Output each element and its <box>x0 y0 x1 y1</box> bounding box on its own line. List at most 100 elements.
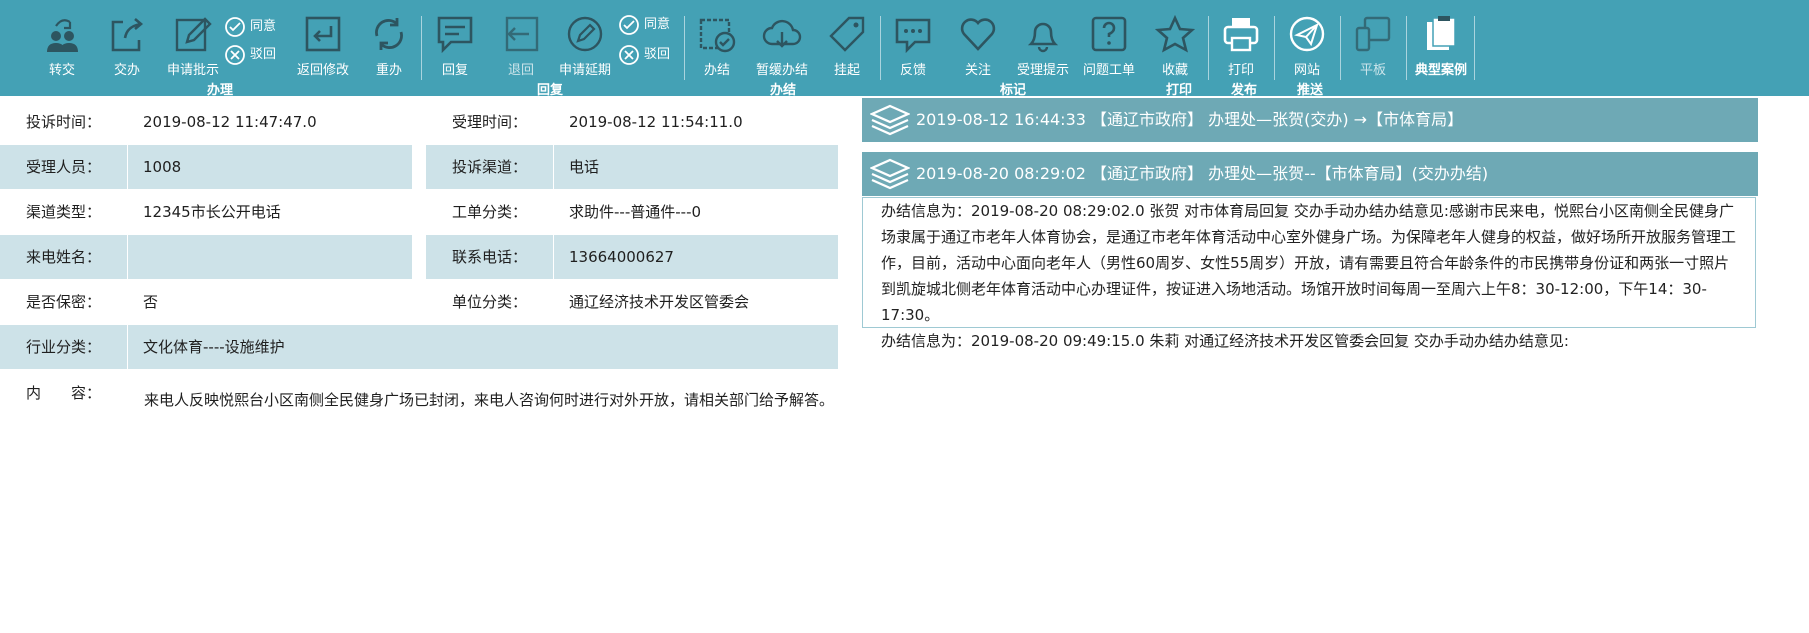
complete-calendar-icon <box>699 18 736 53</box>
group-label-mark: 标记 <box>1000 83 1027 98</box>
question-ticket-icon <box>1091 16 1127 52</box>
postpone-cloud-icon <box>762 19 802 48</box>
content-label: 内 容： <box>26 384 102 402</box>
approve-option-1[interactable]: 同意 <box>224 16 276 38</box>
form-row: 是否保密： 否 单位分类： 通辽经济技术开发区管委会 <box>0 280 838 324</box>
x-circle-icon <box>619 45 639 65</box>
group-label-reply: 回复 <box>537 83 564 98</box>
suspend-button[interactable]: 挂起 <box>814 10 880 80</box>
typical-cases-label: 典型案例 <box>1414 63 1467 78</box>
feedback-button[interactable]: 反馈 <box>880 10 946 80</box>
request-extension-label: 申请延期 <box>558 63 611 78</box>
typical-cases-button[interactable]: 典型案例 <box>1406 10 1476 80</box>
printer-icon <box>1223 18 1259 52</box>
postpone-label: 暂缓办结 <box>755 63 808 78</box>
paper-plane-icon <box>1289 16 1325 52</box>
confidential-value: 否 <box>143 293 159 311</box>
approve-label-2: 同意 <box>644 17 671 32</box>
tablet-label: 平板 <box>1359 63 1386 78</box>
request-extension-button[interactable]: 申请延期 <box>552 10 618 80</box>
toolbar: 转交 交办 申请批示 同意 驳回 返回修改 重办 办理 回复 退回 申请延期 同… <box>0 0 1809 98</box>
layers-icon <box>870 158 910 190</box>
accept-reminder-label: 受理提示 <box>1016 63 1069 78</box>
feedback-chat-icon <box>895 18 931 54</box>
redo-label: 重办 <box>375 63 402 78</box>
detail-paragraph: 办结信息为：2019-08-20 08:29:02.0 张贺 对市体育局回复 交… <box>881 202 1737 324</box>
bell-icon <box>1027 22 1059 53</box>
group-label-print: 打印 <box>1166 83 1193 98</box>
check-circle-icon <box>619 15 639 35</box>
form-row: 行业分类： 文化体育----设施维护 <box>0 325 838 369</box>
return-modify-icon <box>305 16 341 52</box>
reject-label-2: 驳回 <box>644 47 671 62</box>
request-instruction-label: 申请批示 <box>166 63 219 78</box>
form-row: 来电姓名： 联系电话： 13664000627 <box>0 235 838 279</box>
accept-time-value: 2019-08-12 11:54:11.0 <box>569 113 743 131</box>
x-circle-icon <box>225 45 245 65</box>
postpone-button[interactable]: 暂缓办结 <box>749 10 815 80</box>
return-modify-button[interactable]: 返回修改 <box>290 10 356 80</box>
follow-button[interactable]: 关注 <box>945 10 1011 80</box>
complete-button[interactable]: 办结 <box>684 10 750 80</box>
order-type-label: 工单分类： <box>452 203 528 221</box>
group-label-push: 推送 <box>1297 83 1324 98</box>
send-back-button[interactable]: 退回 <box>488 10 554 80</box>
suspend-label: 挂起 <box>833 63 860 78</box>
heart-icon <box>960 18 996 51</box>
extend-edit-icon <box>567 16 603 52</box>
return-modify-label: 返回修改 <box>296 63 349 78</box>
tablet-button[interactable]: 平板 <box>1340 10 1406 80</box>
reject-label-1: 驳回 <box>250 47 277 62</box>
problem-ticket-label: 问题工单 <box>1082 63 1135 78</box>
redo-cycle-icon <box>375 18 403 50</box>
unit-value: 通辽经济技术开发区管委会 <box>569 293 750 311</box>
complaint-time-label: 投诉时间： <box>26 113 102 131</box>
confidential-label: 是否保密： <box>26 293 102 311</box>
group-label-finish: 办结 <box>770 83 797 98</box>
transfer-label: 转交 <box>48 63 75 78</box>
favorite-label: 收藏 <box>1161 63 1188 78</box>
assign-share-icon <box>111 18 144 52</box>
history-entry[interactable]: 2019-08-20 08:29:02 【通辽市政府】 办理处—张贺--【市体育… <box>862 152 1758 196</box>
reply-label: 回复 <box>441 63 468 78</box>
detail-paragraph: 办结信息为：2019-08-20 09:49:15.0 朱莉 对通辽经济技术开发… <box>881 332 1569 350</box>
form-row: 渠道类型： 12345市长公开电话 工单分类： 求助件---普通件---0 <box>0 190 838 234</box>
redo-button[interactable]: 重办 <box>356 10 422 80</box>
history-entry-text: 2019-08-20 08:29:02 【通辽市政府】 办理处—张贺--【市体育… <box>916 164 1489 183</box>
group-label-publish: 发布 <box>1231 83 1258 98</box>
group-label-handle: 办理 <box>207 83 234 98</box>
reply-button[interactable]: 回复 <box>422 10 488 80</box>
form-row: 投诉时间： 2019-08-12 11:47:47.0 受理时间： 2019-0… <box>0 100 838 144</box>
website-button[interactable]: 网站 <box>1274 10 1340 80</box>
request-instruction-button[interactable]: 申请批示 <box>160 10 226 80</box>
history-detail-panel: 办结信息为：2019-08-20 08:29:02.0 张贺 对市体育局回复 交… <box>862 197 1756 350</box>
caller-name-label: 来电姓名： <box>26 248 102 266</box>
receiver-value: 1008 <box>143 158 182 176</box>
channel-type-label: 渠道类型： <box>26 203 102 221</box>
favorite-button[interactable]: 收藏 <box>1142 10 1208 80</box>
tablet-phone-icon <box>1355 16 1391 52</box>
transfer-button[interactable]: 转交 <box>29 10 95 80</box>
assign-button[interactable]: 交办 <box>94 10 160 80</box>
print-button[interactable]: 打印 <box>1208 10 1274 80</box>
star-icon <box>1155 14 1195 53</box>
problem-ticket-button[interactable]: 问题工单 <box>1076 10 1142 80</box>
accept-time-label: 受理时间： <box>452 113 528 131</box>
history-entry[interactable]: 2019-08-12 16:44:33 【通辽市政府】 办理处—张贺(交办) →… <box>862 98 1758 142</box>
reject-option-2[interactable]: 驳回 <box>618 44 670 66</box>
phone-value: 13664000627 <box>569 248 674 266</box>
industry-value: 文化体育----设施维护 <box>143 338 285 356</box>
receiver-label: 受理人员： <box>26 158 102 176</box>
feedback-label: 反馈 <box>899 63 926 78</box>
channel-value: 电话 <box>569 158 600 176</box>
approve-option-2[interactable]: 同意 <box>618 14 670 36</box>
send-back-label: 退回 <box>507 63 534 78</box>
unit-label: 单位分类： <box>452 293 528 311</box>
form-row: 受理人员： 1008 投诉渠道： 电话 <box>0 145 838 189</box>
accept-reminder-button[interactable]: 受理提示 <box>1010 10 1076 80</box>
reply-message-icon <box>437 16 473 54</box>
toolbar-divider <box>1474 16 1475 80</box>
reject-option-1[interactable]: 驳回 <box>224 44 276 66</box>
industry-label: 行业分类： <box>26 338 102 356</box>
channel-type-value: 12345市长公开电话 <box>143 203 281 221</box>
